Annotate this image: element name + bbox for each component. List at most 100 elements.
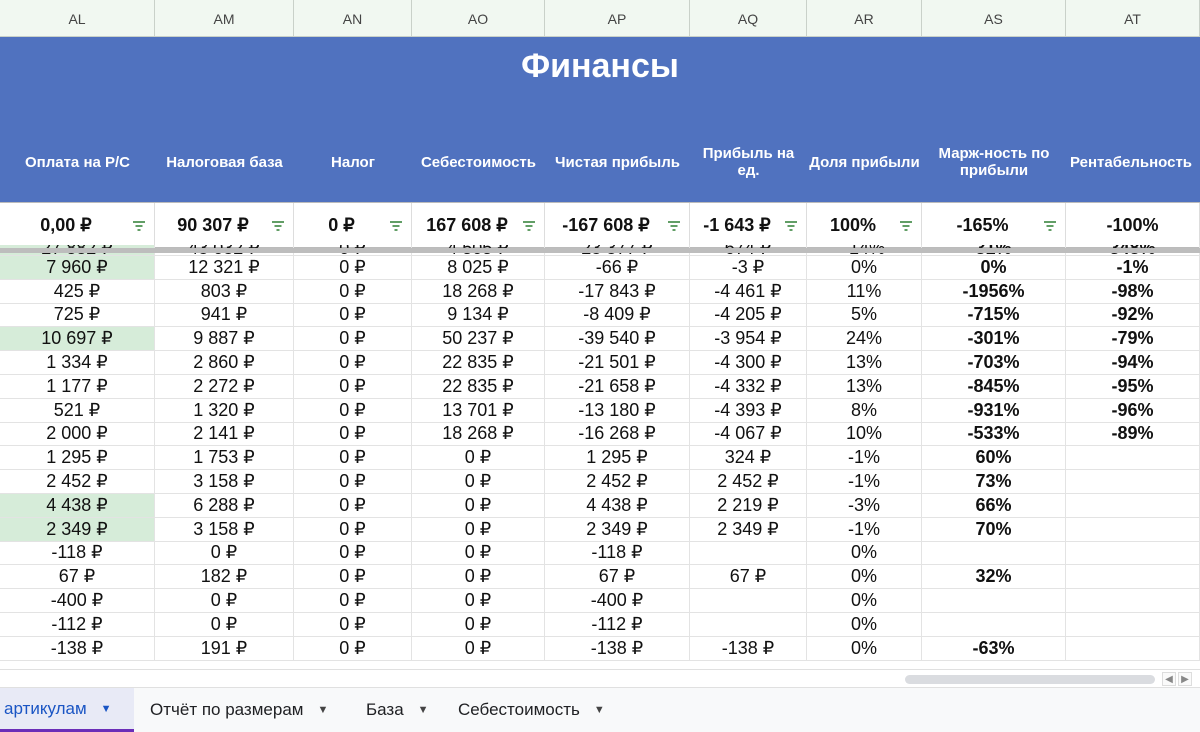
cell-as[interactable]: -301%: [922, 327, 1066, 351]
cell-at[interactable]: [1066, 541, 1200, 565]
cell-am[interactable]: 3 158 ₽: [155, 517, 294, 541]
cell-aq[interactable]: -3 954 ₽: [690, 327, 807, 351]
cell-al[interactable]: -112 ₽: [0, 612, 155, 636]
cell-aq[interactable]: [690, 589, 807, 612]
cell-al[interactable]: 67 ₽: [0, 565, 155, 589]
cell-an[interactable]: 0 ₽: [294, 517, 412, 541]
cell-am[interactable]: 1 320 ₽: [155, 398, 294, 422]
cell-an[interactable]: 0 ₽: [294, 493, 412, 517]
total-cell-al[interactable]: 0,00 ₽: [0, 203, 155, 247]
cell-an[interactable]: 0 ₽: [294, 541, 412, 565]
cell-at[interactable]: [1066, 517, 1200, 541]
cell-al[interactable]: 1 334 ₽: [0, 351, 155, 374]
filter-icon[interactable]: [132, 217, 146, 231]
cell-an[interactable]: 0 ₽: [294, 470, 412, 493]
cell-aq[interactable]: 2 219 ₽: [690, 493, 807, 517]
cell-ar[interactable]: 24%: [807, 327, 922, 351]
cell-as[interactable]: -845%: [922, 374, 1066, 398]
cell-ar[interactable]: -1%: [807, 470, 922, 493]
cell-ap[interactable]: -16 268 ₽: [545, 422, 690, 446]
cell-as[interactable]: -703%: [922, 351, 1066, 374]
cell-at[interactable]: [1066, 446, 1200, 470]
cell-am[interactable]: 0 ₽: [155, 589, 294, 612]
cell-ap[interactable]: 2 452 ₽: [545, 470, 690, 493]
cell-am[interactable]: 12 321 ₽: [155, 256, 294, 279]
column-header-aq[interactable]: AQ: [690, 0, 807, 37]
cell-al[interactable]: 10 697 ₽: [0, 327, 155, 351]
cell-ao[interactable]: 0 ₽: [412, 470, 545, 493]
cell-ar[interactable]: 5%: [807, 303, 922, 327]
cell-ap[interactable]: -21 501 ₽: [545, 351, 690, 374]
column-header-ap[interactable]: AP: [545, 0, 690, 37]
scroll-right-icon[interactable]: ▶: [1178, 672, 1192, 686]
cell-aq[interactable]: 324 ₽: [690, 446, 807, 470]
cell-aq[interactable]: -4 205 ₽: [690, 303, 807, 327]
cell-ao[interactable]: 0 ₽: [412, 565, 545, 589]
scroll-left-icon[interactable]: ◀: [1162, 672, 1176, 686]
cell-ap[interactable]: -112 ₽: [545, 612, 690, 636]
cell-aq[interactable]: -4 393 ₽: [690, 398, 807, 422]
cell-am[interactable]: 2 272 ₽: [155, 374, 294, 398]
cell-al[interactable]: -400 ₽: [0, 589, 155, 612]
sheet-tab-1[interactable]: артикулам ▼: [0, 688, 134, 732]
frozen-row-divider[interactable]: [0, 248, 1200, 253]
cell-ap[interactable]: -17 843 ₽: [545, 279, 690, 303]
cell-an[interactable]: 0 ₽: [294, 327, 412, 351]
cell-an[interactable]: 0 ₽: [294, 636, 412, 660]
cell-ar[interactable]: 0%: [807, 256, 922, 279]
cell-ao[interactable]: 0 ₽: [412, 589, 545, 612]
cell-an[interactable]: 0 ₽: [294, 256, 412, 279]
cell-an[interactable]: 0 ₽: [294, 565, 412, 589]
caret-down-icon[interactable]: ▼: [317, 704, 328, 716]
cell-ao[interactable]: 0 ₽: [412, 517, 545, 541]
cell-as[interactable]: 70%: [922, 517, 1066, 541]
cell-al[interactable]: 1 295 ₽: [0, 446, 155, 470]
cell-aq[interactable]: 67 ₽: [690, 565, 807, 589]
cell-aq[interactable]: -4 332 ₽: [690, 374, 807, 398]
column-header-at[interactable]: AT: [1066, 0, 1200, 37]
cell-am[interactable]: 0 ₽: [155, 541, 294, 565]
cell-an[interactable]: 0 ₽: [294, 589, 412, 612]
cell-aq[interactable]: [690, 612, 807, 636]
cell-ao[interactable]: 18 268 ₽: [412, 422, 545, 446]
filter-icon[interactable]: [899, 217, 913, 231]
cell-al[interactable]: -118 ₽: [0, 541, 155, 565]
filter-icon[interactable]: [389, 217, 403, 231]
cell-as[interactable]: [922, 612, 1066, 636]
cell-aq[interactable]: 2 452 ₽: [690, 470, 807, 493]
cell-ap[interactable]: -66 ₽: [545, 256, 690, 279]
cell-aq[interactable]: -4 067 ₽: [690, 422, 807, 446]
cell-am[interactable]: 803 ₽: [155, 279, 294, 303]
cell-al[interactable]: 2 000 ₽: [0, 422, 155, 446]
cell-as[interactable]: -63%: [922, 636, 1066, 660]
sheet-tab-4[interactable]: Себестоимость ▼: [446, 688, 616, 732]
cell-ar[interactable]: 10%: [807, 422, 922, 446]
cell-ap[interactable]: -13 180 ₽: [545, 398, 690, 422]
caret-down-icon[interactable]: ▼: [418, 704, 429, 716]
filter-icon[interactable]: [522, 217, 536, 231]
cell-aq[interactable]: 2 349 ₽: [690, 517, 807, 541]
cell-ao[interactable]: 9 134 ₽: [412, 303, 545, 327]
cell-ao[interactable]: 0 ₽: [412, 446, 545, 470]
cell-as[interactable]: -533%: [922, 422, 1066, 446]
cell-as[interactable]: -1956%: [922, 279, 1066, 303]
cell-am[interactable]: 2 141 ₽: [155, 422, 294, 446]
cell-ar[interactable]: -3%: [807, 493, 922, 517]
cell-al[interactable]: 4 438 ₽: [0, 493, 155, 517]
cell-ar[interactable]: -1%: [807, 446, 922, 470]
cell-as[interactable]: [922, 589, 1066, 612]
total-cell-as[interactable]: -165%: [922, 203, 1066, 247]
cell-ao[interactable]: 50 237 ₽: [412, 327, 545, 351]
cell-aq[interactable]: -4 461 ₽: [690, 279, 807, 303]
filter-icon[interactable]: [271, 217, 285, 231]
cell-at[interactable]: -79%: [1066, 327, 1200, 351]
total-cell-at[interactable]: -100%: [1066, 203, 1200, 247]
cell-al[interactable]: 7 960 ₽: [0, 256, 155, 279]
cell-as[interactable]: 0%: [922, 256, 1066, 279]
cell-ar[interactable]: 0%: [807, 589, 922, 612]
cell-ar[interactable]: 13%: [807, 351, 922, 374]
column-header-am[interactable]: AM: [155, 0, 294, 37]
cell-aq[interactable]: -138 ₽: [690, 636, 807, 660]
cell-aq[interactable]: -3 ₽: [690, 256, 807, 279]
total-cell-ap[interactable]: -167 608 ₽: [545, 203, 690, 247]
